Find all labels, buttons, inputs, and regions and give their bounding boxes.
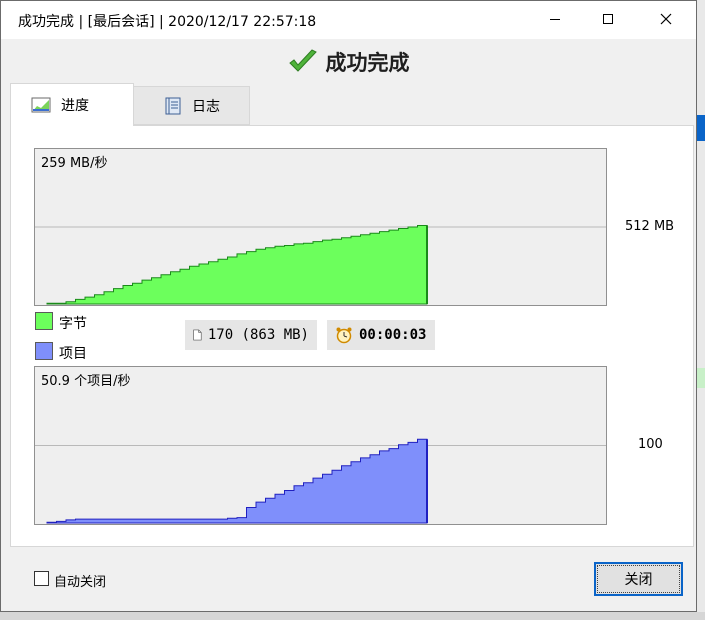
items-legend-swatch bbox=[35, 342, 53, 360]
auto-close-checkbox[interactable] bbox=[34, 571, 49, 586]
log-book-icon bbox=[165, 97, 181, 114]
background-app-highlight bbox=[697, 115, 705, 141]
checkmark-icon bbox=[288, 49, 317, 72]
bytes-series-area bbox=[46, 225, 428, 305]
close-button[interactable]: 关闭 bbox=[594, 562, 683, 596]
items-count-text: 170 (863 MB) bbox=[207, 327, 309, 343]
bytes-scale-label: 512 MB bbox=[625, 219, 675, 234]
background-app-green bbox=[697, 368, 705, 388]
background-app-bottom bbox=[0, 612, 705, 620]
status-heading: 成功完成 bbox=[1, 45, 696, 79]
close-window-button[interactable] bbox=[643, 1, 689, 37]
progress-panel: 259 MB/秒 512 MB 字节 项目 170 (863 MB) 00:00… bbox=[10, 125, 694, 547]
items-count-box: 170 (863 MB) bbox=[185, 320, 317, 350]
bytes-legend-label: 字节 bbox=[59, 316, 87, 332]
file-icon bbox=[193, 329, 202, 341]
items-legend-label: 项目 bbox=[59, 346, 87, 362]
alarm-clock-icon bbox=[336, 327, 352, 344]
bytes-rate-label: 259 MB/秒 bbox=[41, 156, 108, 171]
tab-log-label: 日志 bbox=[192, 98, 220, 115]
minimize-icon bbox=[550, 19, 560, 20]
close-button-label: 关闭 bbox=[624, 572, 653, 588]
maximize-icon bbox=[603, 14, 613, 24]
status-heading-text: 成功完成 bbox=[325, 51, 410, 75]
bytes-chart-plot bbox=[35, 225, 606, 305]
window-title: 成功完成 | [最后会话] | 2020/12/17 22:57:18 bbox=[18, 14, 317, 30]
progress-dialog: 成功完成 | [最后会话] | 2020/12/17 22:57:18 成功完成… bbox=[0, 0, 697, 612]
title-bar: 成功完成 | [最后会话] | 2020/12/17 22:57:18 bbox=[1, 1, 696, 39]
background-app-edge bbox=[697, 0, 705, 620]
items-chart-plot bbox=[35, 438, 606, 524]
bytes-legend-swatch bbox=[35, 312, 53, 330]
tab-log[interactable]: 日志 bbox=[133, 86, 250, 125]
maximize-button[interactable] bbox=[585, 1, 631, 37]
progress-chart-icon bbox=[31, 97, 51, 113]
elapsed-time-text: 00:00:03 bbox=[359, 327, 427, 343]
items-rate-label: 50.9 个项目/秒 bbox=[41, 374, 131, 389]
tab-progress[interactable]: 进度 bbox=[10, 83, 134, 126]
items-scale-label: 100 bbox=[638, 437, 663, 452]
items-chart: 50.9 个项目/秒 bbox=[34, 366, 607, 525]
close-icon bbox=[660, 13, 672, 25]
tab-progress-label: 进度 bbox=[61, 98, 89, 114]
minimize-button[interactable] bbox=[532, 1, 578, 37]
auto-close-label: 自动关闭 bbox=[54, 575, 107, 590]
items-series-area bbox=[46, 438, 428, 524]
bytes-chart: 259 MB/秒 bbox=[34, 148, 607, 306]
elapsed-time-box: 00:00:03 bbox=[327, 320, 435, 350]
